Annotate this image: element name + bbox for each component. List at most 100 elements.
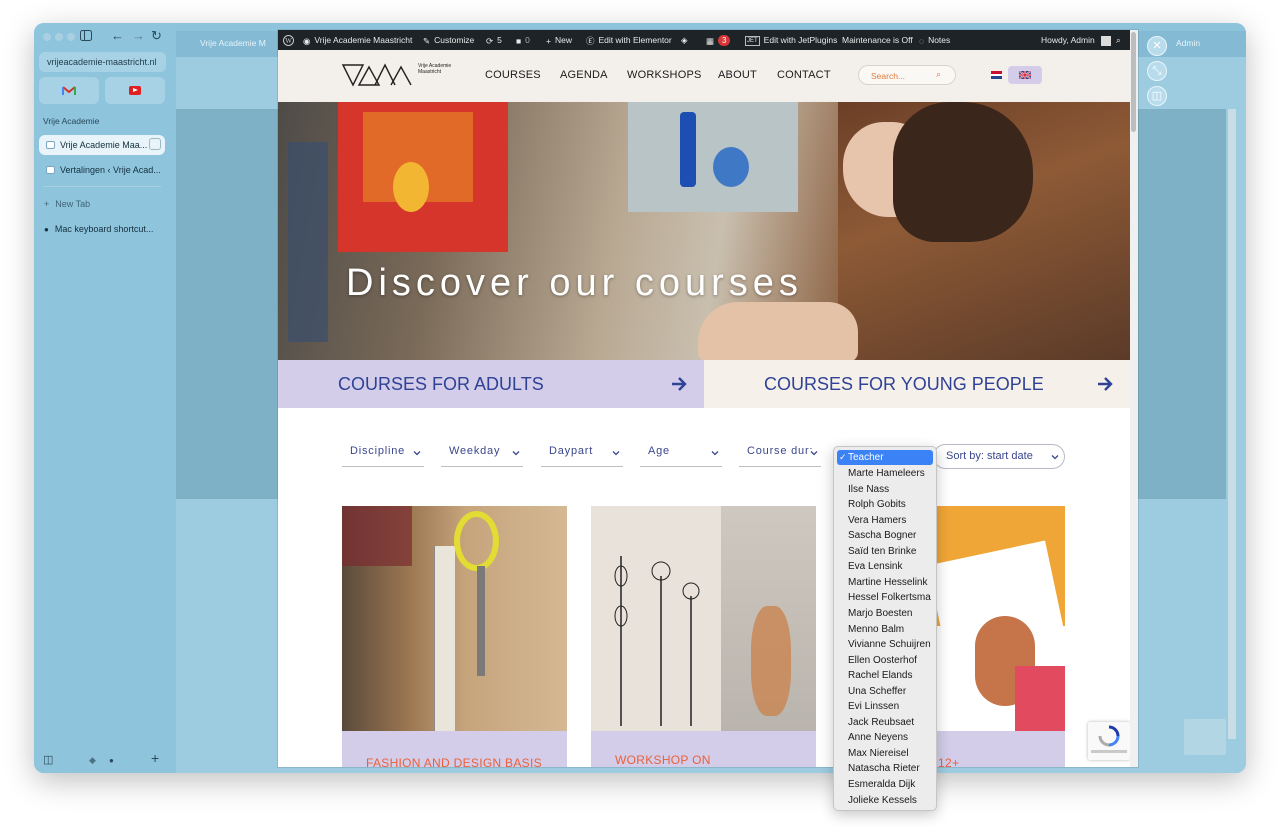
plus-icon: +: [44, 199, 50, 209]
expand-peek-icon[interactable]: ⤡: [1147, 61, 1167, 81]
hero-title: Discover our courses: [346, 262, 803, 304]
card-image-fashion[interactable]: [342, 506, 567, 731]
dropdown-option[interactable]: Sascha Bogner: [837, 528, 933, 543]
courses-for-adults-button[interactable]: COURSES FOR ADULTS: [278, 360, 704, 408]
filter-discipline[interactable]: Discipline: [342, 445, 424, 467]
minimize-window-button[interactable]: [55, 33, 63, 41]
wp-plugin-notifications[interactable]: ▦ 3: [706, 30, 731, 51]
dropdown-option[interactable]: Una Scheffer: [837, 684, 933, 699]
updates-icon: ⟳: [486, 35, 494, 46]
dropdown-option[interactable]: Marjo Boesten: [837, 606, 933, 621]
nav-courses[interactable]: COURSES: [485, 69, 541, 81]
dropdown-option[interactable]: Eva Lensink: [837, 559, 933, 574]
wp-maintenance[interactable]: Maintenance is Off: [842, 30, 913, 50]
wp-edit-jetplugins[interactable]: JET Edit with JetPlugins: [745, 30, 837, 50]
hero-artist: [838, 102, 1130, 362]
arrow-right-icon: [672, 377, 687, 391]
dashboard-icon: ◉: [303, 35, 311, 46]
dropdown-option[interactable]: Menno Balm: [837, 622, 933, 637]
filter-age[interactable]: Age: [640, 445, 722, 467]
space-indicator-icon[interactable]: ◆: [89, 753, 96, 767]
wordpress-logo-icon[interactable]: W: [283, 30, 294, 50]
search-input[interactable]: Search...: [858, 65, 956, 85]
sort-select[interactable]: Sort by: start date: [933, 444, 1065, 469]
dropdown-option[interactable]: Saïd ten Brinke: [837, 544, 933, 559]
dutch-flag-icon[interactable]: [991, 71, 1002, 79]
dropdown-option[interactable]: Martine Hesselink: [837, 575, 933, 590]
back-arrow-icon[interactable]: ←: [111, 29, 124, 43]
dropdown-option[interactable]: Rolph Gobits: [837, 497, 933, 512]
dropdown-option[interactable]: Ilse Nass: [837, 482, 933, 497]
card-image-workshop[interactable]: [591, 506, 816, 731]
address-bar[interactable]: vrijeacademie-maastricht.nl: [39, 52, 166, 72]
wp-updates[interactable]: ⟳ 5: [486, 30, 502, 51]
dropdown-option[interactable]: Esmeralda Dijk: [837, 777, 933, 792]
chevron-down-icon: [612, 451, 620, 456]
nav-about[interactable]: ABOUT: [718, 69, 757, 81]
card-body-workshop[interactable]: WORKSHOP ON: [591, 731, 816, 767]
space-dot-icon[interactable]: ●: [109, 754, 114, 768]
nav-agenda[interactable]: AGENDA: [560, 69, 608, 81]
filter-weekday[interactable]: Weekday: [441, 445, 523, 467]
dropdown-option[interactable]: Natascha Rieter: [837, 761, 933, 776]
site-favicon-icon: [46, 141, 55, 149]
dropdown-option[interactable]: Hessel Folkertsma: [837, 590, 933, 605]
notes-icon: ◌: [919, 35, 925, 46]
maximize-window-button[interactable]: [67, 33, 75, 41]
hero-painting: [338, 102, 508, 252]
forward-arrow-icon[interactable]: →: [132, 29, 145, 43]
site-scrollbar[interactable]: [1130, 30, 1138, 767]
flower-print-icon: [614, 556, 700, 726]
downloads-icon[interactable]: ◫: [43, 753, 53, 767]
nav-workshops[interactable]: WORKSHOPS: [627, 69, 702, 81]
dropdown-option[interactable]: Max Niereisel: [837, 746, 933, 761]
site-logo[interactable]: Vrije Academie Maastricht: [341, 62, 451, 93]
dropdown-option[interactable]: Jack Reubsaet: [837, 715, 933, 730]
recaptcha-badge[interactable]: [1088, 722, 1130, 760]
pinned-gmail[interactable]: [39, 77, 99, 104]
sidebar-tab-vrije-academie[interactable]: Vrije Academie Maa...: [39, 135, 165, 155]
chevron-down-icon: [512, 451, 520, 456]
elementor-icon: Ⓔ: [586, 35, 595, 46]
dropdown-option[interactable]: Ellen Oosterhof: [837, 653, 933, 668]
courses-for-young-people-button[interactable]: COURSES FOR YOUNG PEOPLE: [704, 360, 1130, 408]
site-scroll-thumb[interactable]: [1131, 32, 1136, 132]
sidebar-tab-mac-shortcuts[interactable]: ● Mac keyboard shortcut...: [44, 224, 153, 234]
sidebar-toggle-icon[interactable]: [80, 30, 92, 44]
chevron-down-icon: [1051, 455, 1059, 460]
reload-icon[interactable]: ↻: [151, 29, 162, 43]
dropdown-option[interactable]: Vivianne Schuijren: [837, 637, 933, 652]
dropdown-option[interactable]: Evi Linssen: [837, 699, 933, 714]
dropdown-option[interactable]: Marte Hameleers: [837, 466, 933, 481]
recaptcha-icon: [1098, 725, 1120, 747]
close-window-button[interactable]: [43, 33, 51, 41]
wp-new[interactable]: + New: [546, 30, 572, 51]
language-switch-english[interactable]: [1008, 66, 1042, 84]
wp-edit-elementor[interactable]: Ⓔ Edit with Elementor: [586, 30, 672, 51]
dropdown-option[interactable]: Jolieke Kessels: [837, 793, 933, 808]
filter-daypart[interactable]: Daypart: [541, 445, 623, 467]
nav-contact[interactable]: CONTACT: [777, 69, 831, 81]
wp-howdy[interactable]: Howdy, Admin: [1041, 30, 1115, 50]
filter-course-duration[interactable]: Course dur:: [739, 445, 821, 467]
card-body-fashion[interactable]: FASHION AND DESIGN BASIS: [342, 731, 567, 767]
dropdown-option[interactable]: Anne Neyens: [837, 730, 933, 745]
search-icon[interactable]: ⌕: [1116, 30, 1121, 50]
wp-notes[interactable]: ◌ Notes: [919, 30, 950, 51]
wp-site-name[interactable]: ◉ Vrije Academie Maastricht: [303, 30, 412, 51]
pinned-youtube[interactable]: [105, 77, 165, 104]
new-tab-button[interactable]: + New Tab: [44, 199, 90, 209]
add-space-icon[interactable]: +: [151, 751, 159, 765]
close-peek-icon[interactable]: ✕: [1147, 36, 1167, 56]
dropdown-option[interactable]: Vera Hamers: [837, 513, 933, 528]
card-title: WORKSHOP ON: [615, 753, 711, 767]
teacher-dropdown[interactable]: ✓ Teacher Marte Hameleers Ilse Nass Rolph …: [833, 446, 937, 811]
wp-comments[interactable]: ■ 0: [516, 30, 530, 51]
split-view-icon[interactable]: ◫: [1147, 86, 1167, 106]
search-icon[interactable]: ⌕: [936, 69, 941, 80]
dropdown-option-teacher[interactable]: ✓ Teacher: [837, 450, 933, 465]
wp-customize[interactable]: ✎ Customize: [423, 30, 474, 51]
diamond-icon[interactable]: ◈: [681, 30, 688, 50]
sidebar-tab-vertalingen[interactable]: Vertalingen ‹ Vrije Acad...: [39, 160, 165, 180]
dropdown-option[interactable]: Rachel Elands: [837, 668, 933, 683]
